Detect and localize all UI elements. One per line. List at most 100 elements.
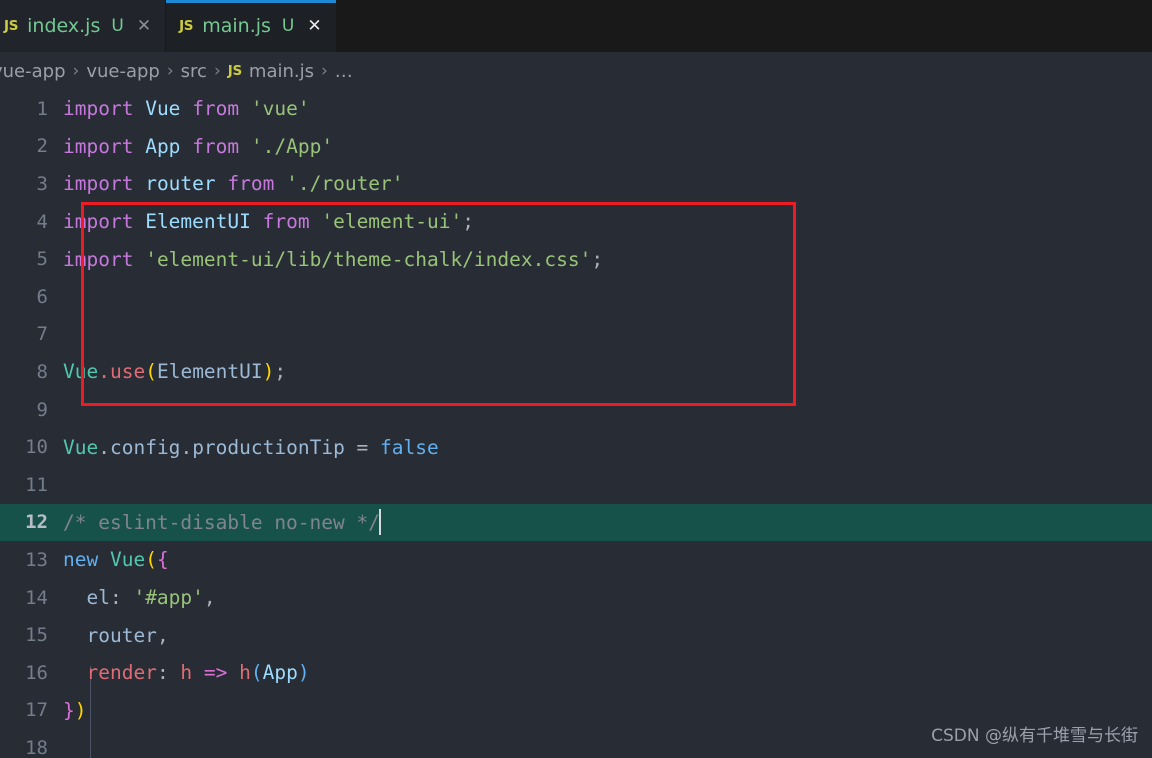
breadcrumb: vue-app › vue-app › src › JS main.js › … — [0, 52, 1152, 90]
code-line[interactable]: 1 import Vue from 'vue' — [0, 90, 1152, 128]
chevron-right-icon: › — [213, 61, 221, 81]
token-property: render — [86, 661, 157, 685]
code-line[interactable]: 4 import ElementUI from 'element-ui'; — [0, 203, 1152, 241]
token-class: Vue — [63, 360, 99, 384]
token-method: use — [109, 360, 146, 384]
code-line-selected[interactable]: 12 /* eslint-disable no-new */ — [0, 503, 1152, 542]
line-number: 15 — [25, 624, 48, 647]
code-line[interactable]: 15 router, — [0, 616, 1152, 654]
token-property: productionTip — [192, 435, 345, 459]
breadcrumb-item-src[interactable]: src — [181, 61, 207, 82]
token-class: Vue — [109, 548, 146, 572]
line-number: 17 — [25, 699, 48, 722]
token-keyword: import — [63, 247, 134, 271]
code-line[interactable]: 16 render: h => h(App) — [0, 654, 1152, 692]
token-string: './router' — [286, 172, 404, 196]
token-property: config — [109, 435, 181, 459]
breadcrumb-symbol-ellipsis[interactable]: … — [335, 61, 353, 82]
line-number: 13 — [25, 548, 48, 571]
token-string: './App' — [250, 134, 334, 158]
git-status-untracked-badge: U — [281, 16, 295, 36]
token-parameter: h — [180, 661, 193, 685]
token-punctuation: , — [156, 623, 169, 647]
breadcrumb-item-main-js[interactable]: main.js — [249, 61, 314, 82]
token-keyword: from — [192, 97, 240, 121]
line-number: 9 — [36, 398, 48, 421]
token-keyword: from — [227, 172, 275, 196]
token-bracket: ( — [145, 360, 157, 384]
line-number: 6 — [36, 285, 48, 308]
code-line[interactable]: 14 el: '#app', — [0, 579, 1152, 617]
code-line[interactable]: 5 import 'element-ui/lib/theme-chalk/ind… — [0, 240, 1152, 278]
code-line[interactable]: 10 Vue.config.productionTip = false — [0, 428, 1152, 466]
code-line[interactable]: 11 — [0, 466, 1152, 504]
code-line[interactable]: 3 import router from './router' — [0, 165, 1152, 203]
code-content: /* eslint-disable no-new */ — [63, 509, 1152, 536]
line-number: 2 — [36, 135, 48, 158]
token-punctuation: ; — [591, 247, 604, 271]
code-content: el: '#app', — [63, 586, 1152, 609]
code-content: render: h => h(App) — [63, 661, 1152, 684]
token-punctuation: : — [109, 586, 134, 610]
line-number: 11 — [25, 473, 48, 496]
token-string: 'element-ui/lib/theme-chalk/index.css' — [145, 247, 592, 271]
chevron-right-icon: › — [320, 61, 328, 81]
token-function: h — [239, 661, 251, 685]
tab-main-js[interactable]: JS main.js U ✕ — [166, 0, 337, 52]
text-cursor — [378, 509, 381, 536]
breadcrumb-item-vue-app-root[interactable]: vue-app — [0, 61, 66, 82]
code-content: import router from './router' — [63, 172, 1152, 195]
token-bracket: ) — [74, 698, 87, 722]
code-content: router, — [63, 624, 1152, 647]
code-line[interactable]: 9 — [0, 391, 1152, 429]
breadcrumb-item-vue-app[interactable]: vue-app — [86, 61, 160, 82]
code-editor[interactable]: 1 import Vue from 'vue' 2 import App fro… — [0, 90, 1152, 758]
token-punctuation: , — [203, 586, 216, 610]
tab-label: main.js — [202, 15, 271, 37]
code-content: import Vue from 'vue' — [63, 97, 1152, 120]
token-string: 'vue' — [250, 97, 310, 121]
code-line[interactable]: 13 new Vue({ — [0, 541, 1152, 579]
editor-tab-bar: JS index.js U ✕ JS main.js U ✕ — [0, 0, 1152, 52]
token-identifier: ElementUI — [156, 360, 263, 384]
code-content: Vue.config.productionTip = false — [63, 436, 1152, 459]
token-operator: = — [344, 435, 381, 459]
token-punctuation: . — [98, 360, 110, 384]
token-arrow-operator: => — [192, 661, 240, 685]
line-number: 10 — [25, 436, 48, 459]
code-line[interactable]: 8 Vue.use(ElementUI); — [0, 353, 1152, 391]
token-bracket: { — [156, 548, 169, 572]
code-content: import 'element-ui/lib/theme-chalk/index… — [63, 248, 1152, 271]
close-icon[interactable]: ✕ — [137, 17, 151, 35]
token-identifier: router — [145, 172, 216, 196]
close-icon[interactable]: ✕ — [307, 17, 321, 35]
token-keyword: import — [63, 172, 134, 196]
line-number: 14 — [25, 586, 48, 609]
token-keyword: import — [63, 210, 134, 234]
line-number: 1 — [36, 97, 48, 120]
token-identifier: Vue — [145, 97, 181, 121]
token-keyword: new — [63, 548, 99, 572]
token-identifier: App — [262, 661, 298, 685]
code-line[interactable]: 7 — [0, 316, 1152, 354]
token-bracket: ) — [297, 661, 310, 685]
code-line[interactable]: 6 — [0, 278, 1152, 316]
tab-index-js[interactable]: JS index.js U ✕ — [0, 0, 167, 52]
code-line[interactable]: 2 import App from './App' — [0, 128, 1152, 166]
token-comment: /* eslint-disable no-new */ — [63, 511, 380, 535]
token-punctuation: . — [180, 435, 193, 459]
token-keyword: import — [63, 134, 134, 158]
